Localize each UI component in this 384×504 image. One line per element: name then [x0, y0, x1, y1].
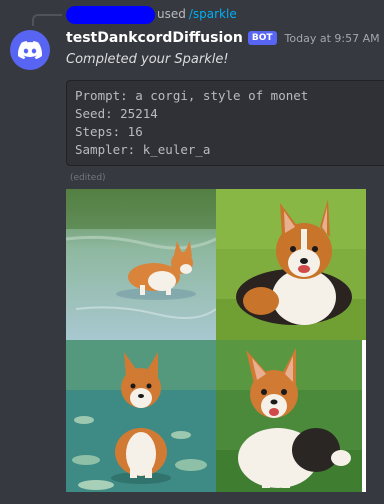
discord-logo-icon [18, 41, 42, 59]
bot-badge: BOT [247, 31, 277, 45]
seed-line: Seed: 25214 [75, 106, 158, 121]
status-message: Completed your Sparkle! [66, 52, 229, 67]
image-grid [66, 189, 366, 492]
redacted-username[interactable] [66, 6, 155, 24]
reply-used-text: used [157, 7, 186, 21]
bot-username[interactable]: testDankcordDiffusion [66, 30, 243, 46]
prompt-line: Prompt: a corgi, style of monet [75, 88, 309, 103]
corgi-image-3[interactable] [66, 340, 216, 492]
corgi-image-1[interactable] [66, 189, 216, 340]
bot-avatar[interactable] [10, 30, 50, 70]
message-header: testDankcordDiffusion BOT Today at 9:57 … [66, 30, 380, 46]
generation-details-codeblock: Prompt: a corgi, style of monet Seed: 25… [66, 80, 384, 166]
message-timestamp[interactable]: Today at 9:57 AM [285, 32, 380, 45]
corgi-image-4[interactable] [216, 340, 366, 492]
corgi-image-2[interactable] [216, 189, 366, 340]
slash-command-link[interactable]: /sparkle [189, 7, 237, 21]
steps-line: Steps: 16 [75, 124, 143, 139]
reply-context: used/sparkle [157, 7, 237, 21]
edited-label: (edited) [70, 173, 106, 183]
sampler-line: Sampler: k_euler_a [75, 142, 211, 157]
reply-connector-line [32, 14, 62, 26]
